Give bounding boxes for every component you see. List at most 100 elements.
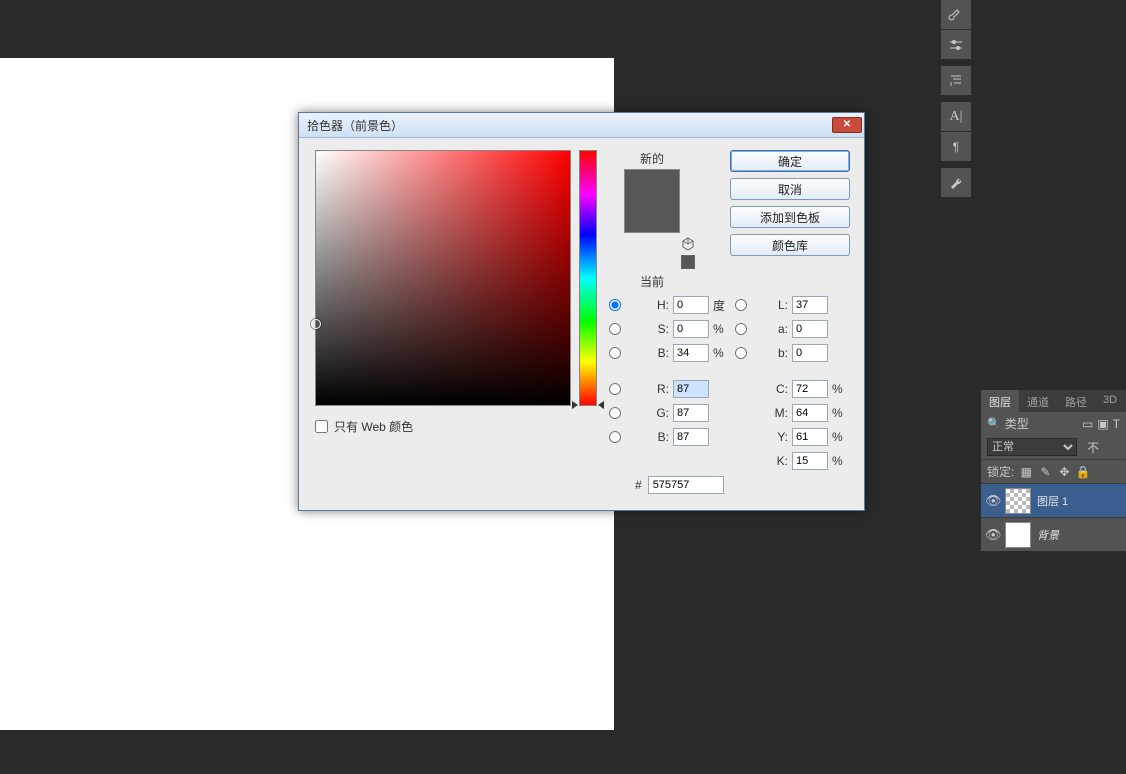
layer-item-background[interactable]: 👁 背景	[981, 517, 1126, 551]
character-panel-icon[interactable]	[941, 66, 971, 96]
layer-thumbnail[interactable]	[1005, 488, 1031, 514]
lab-b-input[interactable]	[792, 344, 828, 362]
color-values-grid: H: 度 L: S: % a: B: % b:	[609, 296, 850, 470]
bb-label: B:	[641, 346, 669, 360]
opacity-label: 不	[1087, 439, 1099, 456]
g-label: G:	[641, 406, 669, 420]
r-input[interactable]	[673, 380, 709, 398]
lock-transparency-icon[interactable]: ▦	[1019, 465, 1033, 479]
hex-input[interactable]	[648, 476, 724, 494]
layer-thumbnail[interactable]	[1005, 522, 1031, 548]
r-label: R:	[641, 382, 669, 396]
a-label: a:	[759, 322, 788, 336]
lab-b-radio[interactable]	[735, 347, 747, 359]
filter-type-icon3[interactable]: T	[1113, 417, 1120, 431]
hue-handle-left[interactable]	[572, 401, 578, 409]
web-colors-only-checkbox[interactable]: 只有 Web 颜色	[315, 418, 597, 435]
tab-layers[interactable]: 图层	[981, 390, 1019, 412]
cube-icon[interactable]	[681, 237, 695, 251]
s-input[interactable]	[673, 320, 709, 338]
close-button[interactable]: ✕	[832, 117, 862, 133]
m-label: M:	[759, 406, 788, 420]
tab-3d[interactable]: 3D	[1095, 390, 1125, 412]
wrench-icon[interactable]	[941, 168, 971, 198]
c-label: C:	[759, 382, 788, 396]
lock-paint-icon[interactable]: ✎	[1038, 465, 1052, 479]
layer-name[interactable]: 背景	[1037, 527, 1059, 543]
sliders-icon[interactable]	[941, 30, 971, 60]
current-color-label: 当前	[640, 273, 664, 290]
visibility-eye-icon[interactable]: 👁	[985, 527, 999, 543]
h-radio[interactable]	[609, 299, 621, 311]
y-unit: %	[832, 430, 850, 444]
type-icon[interactable]: A|	[941, 102, 971, 132]
tab-paths[interactable]: 路径	[1057, 390, 1095, 412]
k-label: K:	[759, 454, 788, 468]
add-to-swatches-button[interactable]: 添加到色板	[730, 206, 850, 228]
blend-mode-select[interactable]: 正常	[987, 438, 1077, 456]
m-input[interactable]	[792, 404, 828, 422]
a-input[interactable]	[792, 320, 828, 338]
y-input[interactable]	[792, 428, 828, 446]
rgb-b-label: B:	[641, 430, 669, 444]
g-radio[interactable]	[609, 407, 621, 419]
tab-channels[interactable]: 通道	[1019, 390, 1057, 412]
filter-label: 类型	[1005, 415, 1029, 432]
new-color-label: 新的	[640, 150, 664, 167]
lock-label: 锁定:	[987, 463, 1014, 480]
paragraph-icon[interactable]: ¶	[941, 132, 971, 162]
layer-item-1[interactable]: 👁 图层 1	[981, 483, 1126, 517]
c-unit: %	[832, 382, 850, 396]
panel-tabs: 图层 通道 路径 3D	[981, 390, 1126, 412]
rgb-b-input[interactable]	[673, 428, 709, 446]
bb-radio[interactable]	[609, 347, 621, 359]
hue-handle-right[interactable]	[598, 401, 604, 409]
l-label: L:	[759, 298, 788, 312]
color-swatches	[624, 169, 680, 233]
dialog-titlebar[interactable]: 拾色器（前景色） ✕	[299, 113, 864, 138]
bb-unit: %	[713, 346, 731, 360]
k-input[interactable]	[792, 452, 828, 470]
new-color-swatch[interactable]	[625, 170, 679, 201]
a-radio[interactable]	[735, 323, 747, 335]
b-radio[interactable]	[609, 431, 621, 443]
l-radio[interactable]	[735, 299, 747, 311]
k-unit: %	[832, 454, 850, 468]
saturation-brightness-field[interactable]	[315, 150, 571, 406]
bb-input[interactable]	[673, 344, 709, 362]
g-input[interactable]	[673, 404, 709, 422]
lock-position-icon[interactable]: ✥	[1057, 465, 1071, 479]
filter-type-icon[interactable]: ▭	[1082, 417, 1093, 431]
h-input[interactable]	[673, 296, 709, 314]
l-input[interactable]	[792, 296, 828, 314]
web-safe-swatch-icon[interactable]	[681, 255, 695, 269]
h-unit: 度	[713, 297, 731, 314]
r-radio[interactable]	[609, 383, 621, 395]
color-libraries-button[interactable]: 颜色库	[730, 234, 850, 256]
s-label: S:	[641, 322, 669, 336]
lab-b-label: b:	[759, 346, 788, 360]
color-picker-dialog: 拾色器（前景色） ✕ 只有 Web 颜色 新的	[298, 112, 865, 511]
h-label: H:	[641, 298, 669, 312]
ok-button[interactable]: 确定	[730, 150, 850, 172]
hex-label: #	[635, 478, 642, 492]
c-input[interactable]	[792, 380, 828, 398]
layers-panel: 图层 通道 路径 3D 🔍 类型 ▭ ▣ T 正常 不 锁定: ▦ ✎ ✥ 🔒 …	[981, 390, 1126, 551]
visibility-eye-icon[interactable]: 👁	[985, 493, 999, 509]
brush-icon[interactable]	[941, 0, 971, 30]
cancel-button[interactable]: 取消	[730, 178, 850, 200]
web-colors-checkbox-input[interactable]	[315, 420, 328, 433]
filter-icon: 🔍	[987, 417, 1001, 430]
web-colors-label: 只有 Web 颜色	[334, 418, 413, 435]
filter-type-icon2[interactable]: ▣	[1097, 417, 1108, 431]
m-unit: %	[832, 406, 850, 420]
color-cursor[interactable]	[311, 319, 321, 329]
hue-slider[interactable]	[579, 150, 597, 406]
s-unit: %	[713, 322, 731, 336]
layer-name[interactable]: 图层 1	[1037, 493, 1068, 509]
current-color-swatch[interactable]	[625, 201, 679, 232]
s-radio[interactable]	[609, 323, 621, 335]
y-label: Y:	[759, 430, 788, 444]
dialog-title: 拾色器（前景色）	[307, 117, 832, 134]
lock-all-icon[interactable]: 🔒	[1076, 465, 1090, 479]
